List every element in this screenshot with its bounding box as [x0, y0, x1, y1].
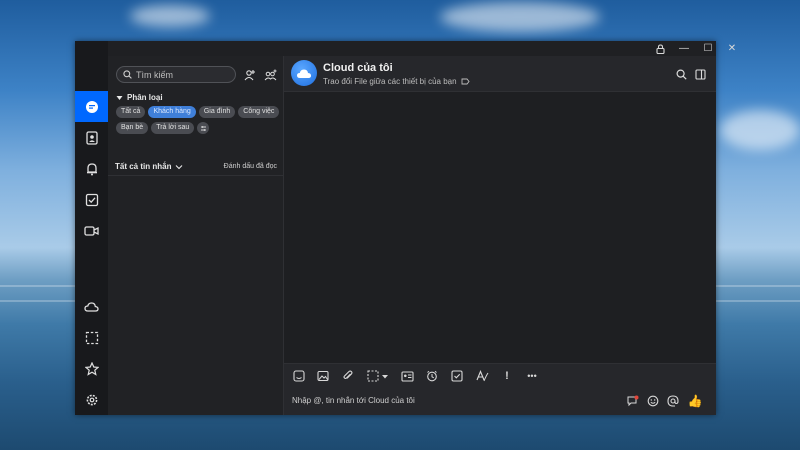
emoji-button[interactable]	[645, 393, 661, 409]
text-format-button[interactable]	[473, 367, 491, 385]
chat-header: Cloud của tôi Trao đổi File giữa các thi…	[284, 56, 716, 92]
important-button[interactable]: !	[498, 367, 516, 385]
chip-friends[interactable]: Bạn bè	[116, 122, 149, 134]
minimize-button[interactable]: —	[672, 41, 696, 56]
quick-message-button[interactable]	[625, 393, 641, 409]
composer-toolbar: ! •••	[284, 363, 716, 389]
nav-notifications[interactable]	[75, 153, 108, 184]
bell-icon	[85, 162, 99, 176]
text-format-icon	[475, 370, 489, 382]
chat-subtitle-text: Trao đổi File giữa các thiết bị của bạn	[323, 77, 457, 86]
search-icon	[123, 70, 132, 79]
message-composer: 👍	[284, 388, 716, 415]
side-panel-icon	[694, 68, 706, 80]
avatar[interactable]	[291, 60, 317, 86]
contact-card-button[interactable]	[398, 367, 416, 385]
task-button[interactable]	[448, 367, 466, 385]
chip-all[interactable]: Tất cả	[116, 106, 146, 118]
category-chips: Tất cả Khách hàng Gia đình Công việc Bạn…	[116, 106, 281, 134]
close-button[interactable]: ✕	[720, 41, 744, 56]
smiley-icon	[647, 395, 659, 407]
chat-bubble-icon	[85, 100, 99, 114]
lock-button[interactable]	[648, 41, 672, 56]
nav-video-call[interactable]	[75, 215, 108, 246]
search-box[interactable]	[116, 66, 236, 83]
checkbox-icon	[85, 193, 99, 207]
cloud-icon	[84, 301, 99, 313]
conversation-panel: Phân loại Tất cả Khách hàng Gia đình Côn…	[108, 56, 284, 415]
contact-card-icon	[400, 370, 414, 382]
nav-rail	[75, 41, 108, 415]
screenshot-icon	[367, 370, 389, 382]
chat-area: Cloud của tôi Trao đổi File giữa các thi…	[284, 56, 716, 415]
message-input[interactable]	[292, 396, 592, 405]
chat-subtitle: Trao đổi File giữa các thiết bị của bạn	[323, 77, 470, 86]
category-label: Phân loại	[127, 93, 163, 102]
nav-todo[interactable]	[75, 184, 108, 215]
paperclip-icon	[342, 370, 354, 382]
toggle-info-panel-button[interactable]	[691, 65, 709, 83]
category-header[interactable]: Phân loại	[116, 93, 163, 102]
image-button[interactable]	[314, 367, 332, 385]
at-sign-icon	[667, 395, 679, 407]
background-cloud	[720, 110, 800, 150]
search-icon	[675, 68, 687, 80]
screenshot-button[interactable]	[364, 367, 392, 385]
more-button[interactable]: •••	[523, 367, 541, 385]
add-group-icon	[264, 69, 277, 81]
background-cloud	[440, 2, 600, 32]
sticker-button[interactable]	[290, 367, 308, 385]
chat-title: Cloud của tôi	[323, 62, 393, 74]
app-window: — ☐ ✕ Phân loại Tất cả	[75, 41, 736, 415]
chip-settings-button[interactable]	[197, 122, 210, 134]
quick-message-icon	[627, 395, 639, 407]
nav-contacts[interactable]	[75, 122, 108, 153]
create-group-button[interactable]	[261, 66, 279, 84]
message-list[interactable]	[284, 92, 716, 363]
caret-down-icon	[116, 95, 123, 101]
video-icon	[84, 224, 99, 238]
sliders-icon	[200, 125, 207, 132]
background-cloud	[130, 5, 210, 27]
image-icon	[317, 370, 329, 382]
mark-as-read-link[interactable]: Đánh dấu đã đọc	[224, 163, 277, 170]
search-input[interactable]	[132, 69, 231, 80]
sticker-icon	[293, 370, 305, 382]
chip-family[interactable]: Gia đình	[198, 106, 236, 118]
contact-book-icon	[85, 130, 99, 145]
chevron-down-icon	[175, 164, 183, 170]
nav-messages[interactable]	[75, 91, 108, 122]
title-bar: — ☐ ✕	[108, 41, 736, 56]
add-friend-button[interactable]	[241, 66, 259, 84]
nav-settings[interactable]	[75, 384, 108, 415]
cloud-avatar-icon	[296, 68, 312, 79]
task-icon	[451, 370, 463, 382]
chip-work[interactable]: Công việc	[238, 106, 280, 118]
dashed-square-icon	[85, 331, 99, 345]
maximize-button[interactable]: ☐	[696, 41, 720, 56]
all-messages-dropdown[interactable]: Tất cả tin nhắn	[115, 162, 183, 171]
message-filter-bar: Tất cả tin nhắn Đánh dấu đã đọc	[108, 159, 283, 176]
tag-icon[interactable]	[461, 78, 470, 85]
all-messages-label: Tất cả tin nhắn	[115, 162, 172, 171]
gear-icon	[85, 393, 99, 407]
star-icon	[84, 361, 99, 376]
search-chat-button[interactable]	[672, 65, 690, 83]
lock-icon	[655, 43, 665, 54]
nav-favorites[interactable]	[75, 353, 108, 384]
alarm-icon	[426, 370, 438, 382]
chip-customers[interactable]: Khách hàng	[148, 106, 196, 118]
mention-button[interactable]	[665, 393, 681, 409]
attach-file-button[interactable]	[339, 367, 357, 385]
like-button[interactable]: 👍	[687, 393, 703, 409]
chip-reply-later[interactable]: Trả lời sau	[151, 122, 195, 134]
nav-screenshot[interactable]	[75, 322, 108, 353]
nav-cloud[interactable]	[75, 291, 108, 322]
reminder-button[interactable]	[423, 367, 441, 385]
add-user-icon	[244, 69, 256, 81]
